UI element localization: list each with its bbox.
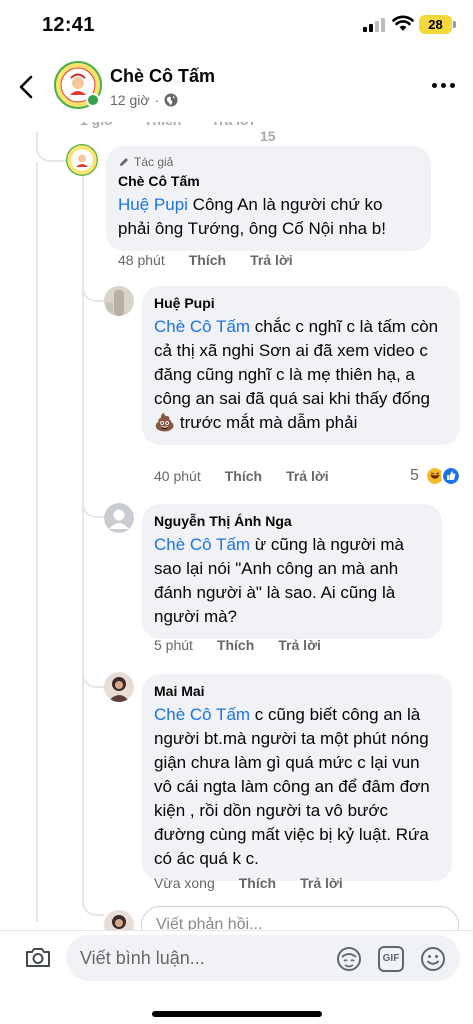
thread-line — [82, 496, 104, 518]
comments-feed[interactable]: 1 giờ Thích Trả lời 15 Tác giả Chè Cô Tấ… — [0, 114, 473, 930]
comment-text: Chè Cô Tấm chắc c nghĩ c là tấm còn cả t… — [154, 315, 448, 435]
post-meta: 12 giờ · — [110, 92, 178, 108]
thread-line — [36, 162, 38, 922]
comment-author[interactable]: Chè Cô Tấm — [118, 173, 419, 189]
comment-bubble[interactable]: Nguyễn Thị Ánh Nga Chè Cô Tấm ừ cũng là … — [142, 504, 442, 639]
comment-text: Huệ Pupi Công An là người chứ ko phải ôn… — [118, 193, 419, 241]
mention-link[interactable]: Chè Cô Tấm — [154, 705, 250, 724]
thread-line — [36, 132, 66, 162]
like-button[interactable]: Thích — [189, 252, 226, 268]
commenter-avatar[interactable] — [104, 286, 134, 316]
reply-button[interactable]: Trả lời — [278, 637, 321, 653]
comment-actions: 40 phút Thích Trả lời — [154, 468, 329, 484]
comment-text: Chè Cô Tấm c cũng biết công an là người … — [154, 703, 440, 871]
my-avatar — [104, 910, 134, 930]
comment-bubble[interactable]: Huệ Pupi Chè Cô Tấm chắc c nghĩ c là tấm… — [142, 286, 460, 445]
commenter-avatar[interactable] — [66, 144, 98, 176]
comment-input[interactable]: Viết bình luận... GIF — [66, 935, 460, 981]
thread-line — [82, 666, 104, 688]
comment-actions: Vừa xong Thích Trả lời — [154, 875, 343, 891]
status-bar: 12:41 28 — [0, 0, 473, 50]
page-name[interactable]: Chè Cô Tấm — [110, 66, 215, 87]
comment-bar: Viết bình luận... GIF — [0, 930, 473, 1024]
more-options-icon[interactable] — [432, 83, 456, 91]
commenter-avatar[interactable] — [104, 503, 134, 533]
globe-icon — [164, 93, 178, 107]
reply-button[interactable]: Trả lời — [300, 875, 343, 891]
author-badge-label: Tác giả — [134, 155, 174, 169]
battery-icon: 28 — [419, 15, 452, 34]
thread-line — [82, 894, 104, 916]
battery-cap — [453, 21, 456, 28]
post-time: 12 giờ — [110, 92, 150, 108]
mention-link[interactable]: Huệ Pupi — [118, 195, 188, 214]
reply-input[interactable]: Viết phản hồi... — [141, 906, 459, 930]
mention-link[interactable]: Chè Cô Tấm — [154, 317, 250, 336]
home-indicator — [152, 1011, 322, 1017]
commenter-avatar[interactable] — [104, 672, 134, 702]
like-button[interactable]: Thích — [225, 468, 262, 484]
author-badge: Tác giả — [118, 155, 419, 169]
comment-text: Chè Cô Tấm ừ cũng là người mà sao lại nó… — [154, 533, 430, 629]
reaction-summary[interactable]: 5 — [410, 466, 461, 486]
comment-body: c cũng biết công an là người bt.mà người… — [154, 705, 430, 868]
comment-actions: 48 phút Thích Trả lời — [118, 252, 293, 268]
like-button[interactable]: Thích — [217, 637, 254, 653]
gif-button[interactable]: GIF — [378, 946, 404, 972]
separator-dot: · — [154, 92, 160, 108]
comment-author[interactable]: Mai Mai — [154, 683, 440, 699]
reaction-count: 5 — [410, 467, 419, 484]
like-reaction-icon — [440, 466, 461, 486]
camera-icon[interactable] — [24, 943, 52, 971]
emoji-icon[interactable] — [420, 946, 446, 972]
comment-body-end: trước mắt mà dẫm phải — [175, 413, 358, 432]
comment-time: 40 phút — [154, 468, 201, 484]
comment-time: 48 phút — [118, 252, 165, 268]
battery-level: 28 — [428, 17, 443, 32]
pencil-icon — [120, 158, 128, 166]
poop-emoji: 💩 — [154, 413, 176, 432]
post-header: Chè Cô Tấm 12 giờ · — [0, 52, 473, 122]
thread-line — [82, 280, 104, 302]
status-time: 12:41 — [42, 14, 95, 36]
online-status-dot — [86, 93, 100, 107]
comment-actions: 5 phút Thích Trả lời — [154, 637, 321, 653]
comment-placeholder: Viết bình luận... — [80, 948, 205, 968]
avatar-sticker-icon[interactable] — [336, 946, 362, 972]
comment-bubble[interactable]: Mai Mai Chè Cô Tấm c cũng biết công an l… — [142, 674, 452, 881]
ghost-count: 15 — [260, 128, 276, 144]
comment-author[interactable]: Huệ Pupi — [154, 295, 448, 311]
cellular-signal-icon — [363, 18, 385, 32]
comment-bubble[interactable]: Tác giả Chè Cô Tấm Huệ Pupi Công An là n… — [106, 146, 431, 251]
reply-button[interactable]: Trả lời — [250, 252, 293, 268]
comment-time: 5 phút — [154, 637, 193, 653]
comment-time: Vừa xong — [154, 875, 215, 891]
wifi-icon — [392, 15, 414, 31]
like-button[interactable]: Thích — [239, 875, 276, 891]
back-arrow-icon[interactable] — [12, 72, 42, 102]
comment-author[interactable]: Nguyễn Thị Ánh Nga — [154, 513, 430, 529]
reply-button[interactable]: Trả lời — [286, 468, 329, 484]
mention-link[interactable]: Chè Cô Tấm — [154, 535, 250, 554]
